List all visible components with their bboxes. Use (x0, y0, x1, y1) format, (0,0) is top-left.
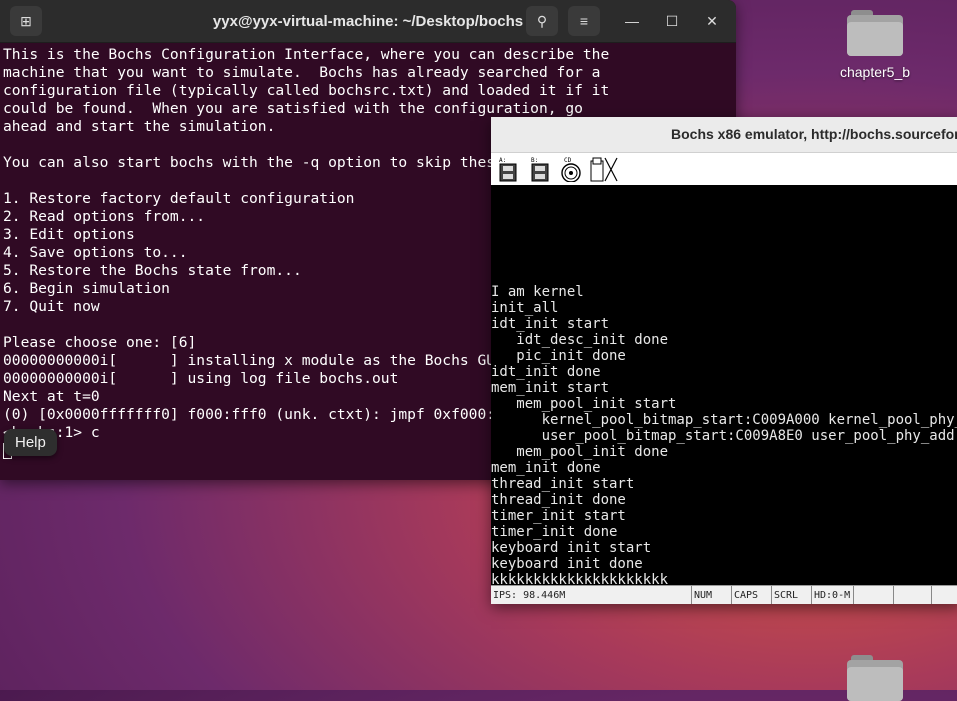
desktop-folder-2[interactable] (830, 655, 920, 701)
terminal-line: This is the Bochs Configuration Interfac… (3, 46, 610, 63)
close-icon: ✕ (706, 12, 718, 29)
folder-icon (847, 10, 903, 56)
emulator-screen-line: idt_init done (491, 364, 601, 380)
emulator-screen-line: idt_init start (491, 316, 610, 332)
hamburger-menu-icon: ≡ (579, 13, 589, 29)
minimize-icon: — (625, 13, 639, 29)
folder-label: chapter5_b (839, 64, 911, 80)
emulator-screen-line: timer_init done (491, 524, 618, 540)
new-tab-button[interactable]: ⊞ (10, 6, 42, 36)
emulator-screen-line: pic_init done (491, 348, 626, 364)
floppy-a-label: A: (499, 157, 506, 164)
terminal-line: could be found. When you are satisfied w… (3, 100, 583, 117)
maximize-icon: ☐ (665, 12, 679, 29)
ips-indicator: IPS: 98.446M (493, 590, 566, 601)
emulator-screen-line: idt_desc_init done (491, 332, 669, 348)
menu-button[interactable]: ≡ (568, 6, 600, 36)
emulator-screen-line: I am kernel (491, 284, 584, 300)
status-slot (893, 586, 931, 604)
folder-icon (847, 655, 903, 701)
desktop-folder-chapter5-b[interactable]: chapter5_b (830, 10, 920, 80)
num-lock-indicator: NUM (691, 586, 731, 604)
emulator-screen-line: mem_init done (491, 460, 601, 476)
terminal-line: configuration file (typically called boc… (3, 82, 610, 99)
bochs-title: Bochs x86 emulator, http://bochs.sourcef… (491, 117, 957, 153)
usb-icon[interactable] (589, 156, 619, 182)
emulator-screen-line: timer_init start (491, 508, 626, 524)
emulator-screen-line: keyboard init start (491, 540, 652, 556)
status-slot (853, 586, 893, 604)
emulator-screen-line: kkkkkkkkkkkkkkkkkkkkk_ (491, 572, 677, 585)
minimize-button[interactable]: — (621, 10, 643, 32)
bochs-statusbar: IPS: 98.446M NUM CAPS SCRL HD:0-M (491, 585, 957, 604)
hd-indicator: HD:0-M (811, 586, 853, 604)
emulator-screen-line: mem_pool_init start (491, 396, 677, 412)
terminal-titlebar[interactable]: ⊞ yyx@yyx-virtual-machine: ~/Desktop/boc… (0, 0, 736, 43)
emulator-screen-line: mem_pool_init done (491, 444, 669, 460)
new-tab-icon: ⊞ (20, 12, 32, 29)
emulator-screen-line: thread_init start (491, 476, 635, 492)
search-button[interactable]: ⚲ (526, 6, 558, 36)
emulator-screen-line: thread_init done (491, 492, 626, 508)
cdrom-label: CD (564, 157, 572, 164)
close-button[interactable]: ✕ (701, 10, 723, 32)
floppy-b-icon[interactable]: B: (529, 156, 551, 182)
terminal-line: machine that you want to simulate. Bochs… (3, 64, 601, 81)
help-tooltip: Help (4, 429, 57, 456)
bochs-window[interactable]: Bochs x86 emulator, http://bochs.sourcef… (491, 117, 957, 604)
emulator-screen-line: user_pool_bitmap_start:C009A8E0 user_poo… (541, 428, 957, 444)
emulator-screen-line: kernel_pool_bitmap_start:C009A000 kernel… (541, 412, 957, 428)
emulator-screen-line: mem_init start (491, 380, 610, 396)
bochs-toolbar: A: B: CD (491, 153, 957, 186)
emulator-screen-line: init_all (491, 300, 559, 316)
emulator-screen-line: keyboard init done (491, 556, 643, 572)
maximize-button[interactable]: ☐ (661, 10, 683, 32)
floppy-a-icon[interactable]: A: (497, 156, 519, 182)
scroll-lock-indicator: SCRL (771, 586, 811, 604)
emulator-screen[interactable]: I am kernel init_all idt_init start idt_de… (491, 185, 957, 585)
cdrom-icon[interactable]: CD (560, 156, 582, 182)
caps-lock-indicator: CAPS (731, 586, 771, 604)
floppy-b-label: B: (531, 157, 538, 164)
search-icon: ⚲ (536, 12, 548, 29)
status-slot (931, 586, 957, 604)
